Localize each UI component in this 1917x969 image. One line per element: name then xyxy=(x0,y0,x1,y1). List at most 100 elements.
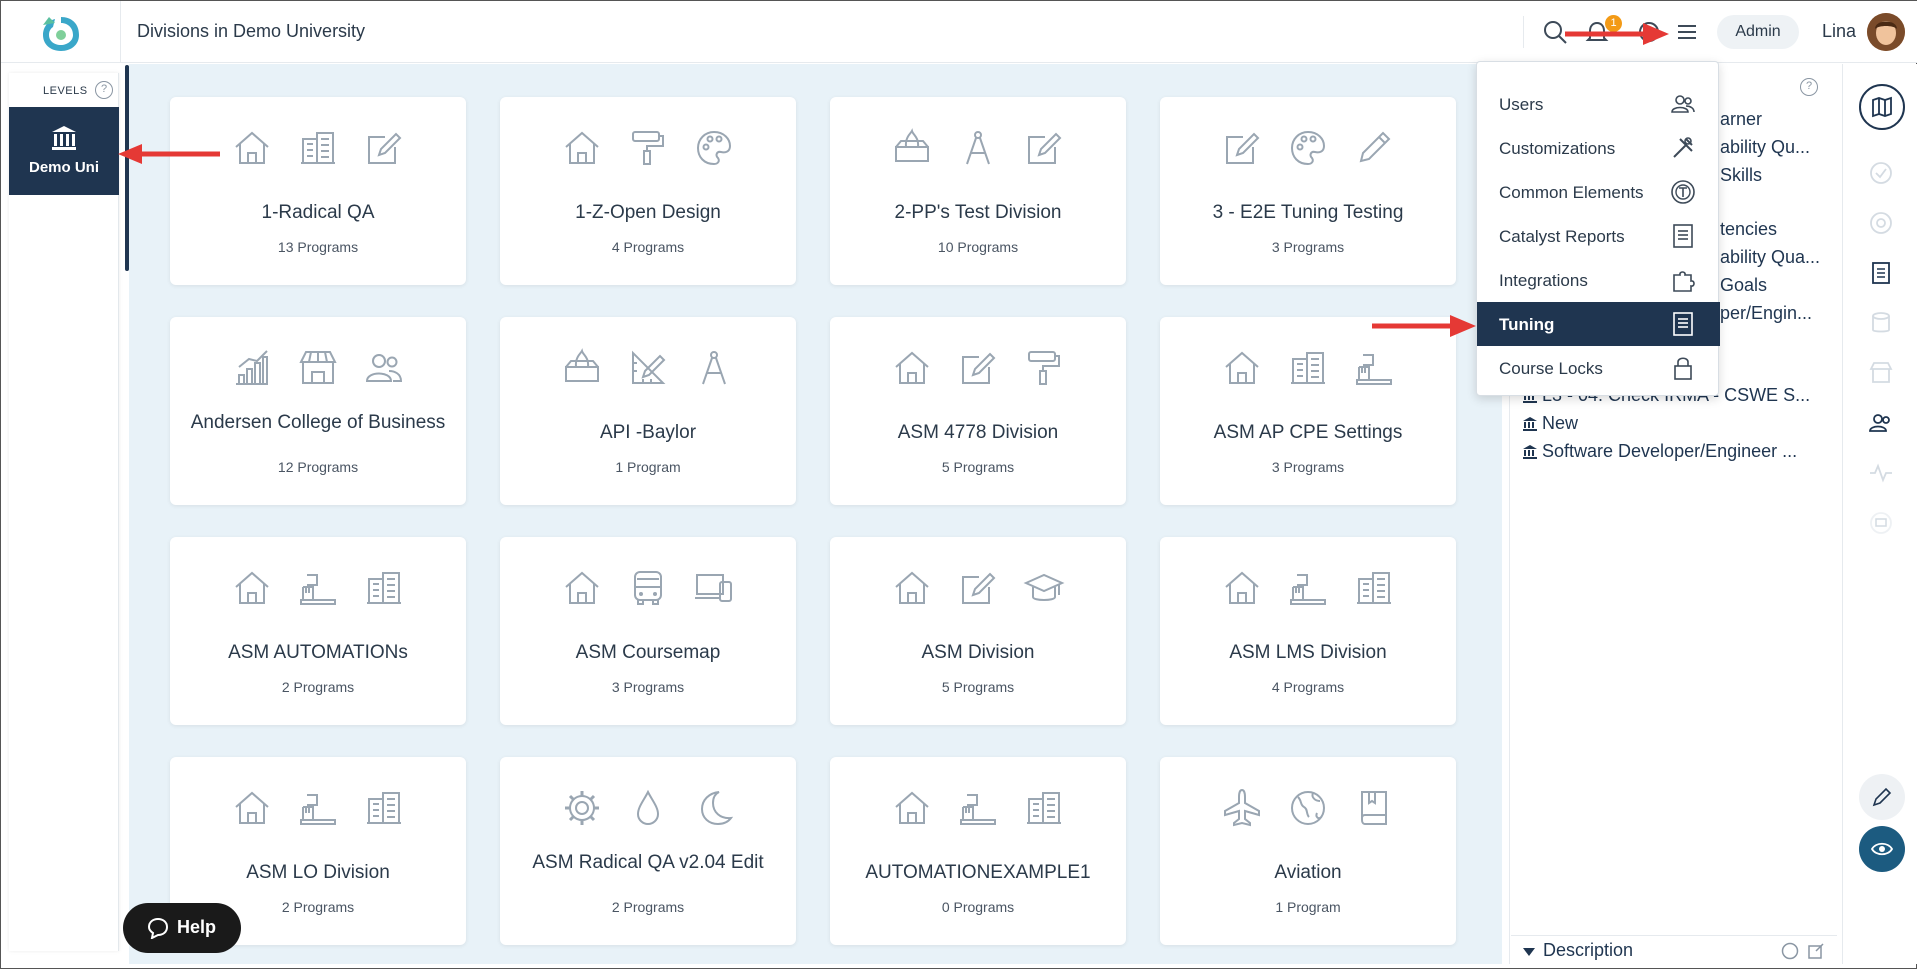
house-icon xyxy=(895,351,929,384)
levels-help-icon[interactable]: ? xyxy=(95,81,113,99)
division-card-icons xyxy=(500,787,796,831)
target-icon[interactable] xyxy=(1867,209,1895,237)
division-card[interactable]: 1-Radical QA 13 Programs xyxy=(170,97,466,285)
division-card-icons xyxy=(170,347,466,391)
page-title: Divisions in Demo University xyxy=(137,21,366,41)
division-card-icons xyxy=(500,127,796,171)
division-title: ASM Division xyxy=(921,642,1035,663)
toothbrush-icon xyxy=(1290,574,1326,605)
right-panel-help-icon[interactable]: ? xyxy=(1800,78,1818,96)
edit-mode-button[interactable] xyxy=(1859,774,1905,820)
division-title: ASM AUTOMATIONs xyxy=(228,642,408,663)
division-card[interactable]: ASM Coursemap 3 Programs xyxy=(500,537,796,725)
logo-cell xyxy=(1,1,121,63)
institution-icon xyxy=(1523,445,1537,459)
logo-icon[interactable] xyxy=(35,13,87,55)
book-icon xyxy=(1361,791,1387,825)
division-card[interactable]: Aviation 1 Program xyxy=(1160,757,1456,945)
building-icon xyxy=(367,792,401,824)
hamburger-menu-icon[interactable] xyxy=(1673,18,1701,46)
compass-icon xyxy=(966,131,990,165)
menu-item-label: Catalyst Reports xyxy=(1499,227,1625,246)
division-card-icons xyxy=(830,567,1126,611)
divisions-grid: 1-Radical QA 13 Programs 1-Z-Open Design 4 … xyxy=(129,64,1502,964)
division-card-icons xyxy=(1160,787,1456,831)
tree-item[interactable]: Software Developer/Engineer ... xyxy=(1542,441,1797,462)
tree-item[interactable]: Goals xyxy=(1720,275,1767,296)
program-count: 12 Programs xyxy=(277,459,359,475)
institution-icon xyxy=(52,126,76,150)
database-icon[interactable] xyxy=(1867,309,1895,337)
tree-item[interactable]: ability Qua... xyxy=(1720,247,1820,268)
map-button[interactable] xyxy=(1859,84,1905,130)
house-icon xyxy=(235,791,269,824)
tree-item[interactable]: Skills xyxy=(1720,165,1762,186)
admin-button[interactable]: Admin xyxy=(1717,15,1799,49)
tree-item[interactable]: tencies xyxy=(1720,219,1777,240)
division-card[interactable]: 3 - E2E Tuning Testing 3 Programs xyxy=(1160,97,1456,285)
edit-icon[interactable] xyxy=(1807,942,1825,960)
user-name[interactable]: Lina xyxy=(1822,21,1856,42)
edit-icon xyxy=(1028,132,1062,164)
menu-item-customizations[interactable]: Customizations xyxy=(1477,126,1720,170)
division-card[interactable]: ASM AP CPE Settings 3 Programs xyxy=(1160,317,1456,505)
tree-item[interactable]: ability Qu... xyxy=(1720,137,1810,158)
menu-item-course-locks[interactable]: Course Locks xyxy=(1477,346,1720,390)
check-circle-icon[interactable] xyxy=(1867,159,1895,187)
bar-chart-icon xyxy=(236,350,268,385)
report-icon xyxy=(1673,312,1693,336)
division-card[interactable]: API -Baylor 1 Program xyxy=(500,317,796,505)
division-card[interactable]: Andersen College of Business 12 Programs xyxy=(170,317,466,505)
annotation-arrow-left xyxy=(118,144,220,164)
house-icon xyxy=(565,571,599,604)
users-icon[interactable] xyxy=(1867,409,1895,437)
help-button[interactable]: Help xyxy=(123,903,241,953)
division-card[interactable]: AUTOMATIONEXAMPLE1 0 Programs xyxy=(830,757,1126,945)
chat-icon[interactable] xyxy=(1867,509,1895,537)
division-card[interactable]: ASM 4778 Division 5 Programs xyxy=(830,317,1126,505)
program-count: 13 Programs xyxy=(277,239,359,255)
menu-item-tuning[interactable]: Tuning xyxy=(1477,302,1720,346)
division-card[interactable]: 2-PP's Test Division 10 Programs xyxy=(830,97,1126,285)
annotation-arrow-right xyxy=(1372,315,1476,337)
division-title: ASM Coursemap xyxy=(575,642,721,663)
app-window: Divisions in Demo University 1 Admin Lin… xyxy=(0,0,1917,969)
division-card[interactable]: ASM AUTOMATIONs 2 Programs xyxy=(170,537,466,725)
division-title: AUTOMATIONEXAMPLE1 xyxy=(865,862,1091,883)
avatar[interactable] xyxy=(1867,13,1905,51)
tree-item[interactable]: arner xyxy=(1720,109,1762,130)
division-card[interactable]: ASM Division 5 Programs xyxy=(830,537,1126,725)
menu-item-catalyst-reports[interactable]: Catalyst Reports xyxy=(1477,214,1720,258)
level-item-demo-uni[interactable]: Demo Uni xyxy=(9,107,119,195)
report-icon[interactable] xyxy=(1867,259,1895,287)
menu-item-users[interactable]: Users xyxy=(1477,82,1720,126)
menu-item-common-elements[interactable]: Common Elements xyxy=(1477,170,1720,214)
right-rail xyxy=(1842,64,1917,964)
description-section[interactable]: Description xyxy=(1511,935,1837,965)
building-icon xyxy=(301,132,335,164)
view-mode-button[interactable] xyxy=(1859,826,1905,872)
puzzle-icon xyxy=(1673,271,1695,292)
program-count: 1 Program xyxy=(1275,899,1341,915)
compass-icon xyxy=(702,351,726,385)
building-icon xyxy=(367,572,401,604)
division-card[interactable]: ASM LMS Division 4 Programs xyxy=(1160,537,1456,725)
division-card[interactable]: ASM Radical QA v2.04 Edit 2 Programs xyxy=(500,757,796,945)
division-card-icons xyxy=(170,787,466,831)
edit-icon xyxy=(368,132,402,164)
program-count: 3 Programs xyxy=(1271,239,1345,255)
store-icon[interactable] xyxy=(1867,359,1895,387)
ruler-pencil-icon xyxy=(632,350,666,384)
program-count: 5 Programs xyxy=(941,679,1015,695)
activity-icon[interactable] xyxy=(1867,459,1895,487)
tree-item[interactable]: New xyxy=(1542,413,1578,434)
menu-item-integrations[interactable]: Integrations xyxy=(1477,258,1720,302)
tree-item[interactable]: per/Engin... xyxy=(1720,303,1812,324)
edit-icon xyxy=(1226,132,1260,164)
help-icon[interactable] xyxy=(1781,942,1799,960)
division-card-icons xyxy=(1160,347,1456,391)
division-title: 1-Radical QA xyxy=(261,202,375,223)
house-icon xyxy=(1225,351,1259,384)
division-card[interactable]: 1-Z-Open Design 4 Programs xyxy=(500,97,796,285)
admin-menu-dropdown: Users Customizations Common Elements Cat… xyxy=(1476,61,1720,396)
